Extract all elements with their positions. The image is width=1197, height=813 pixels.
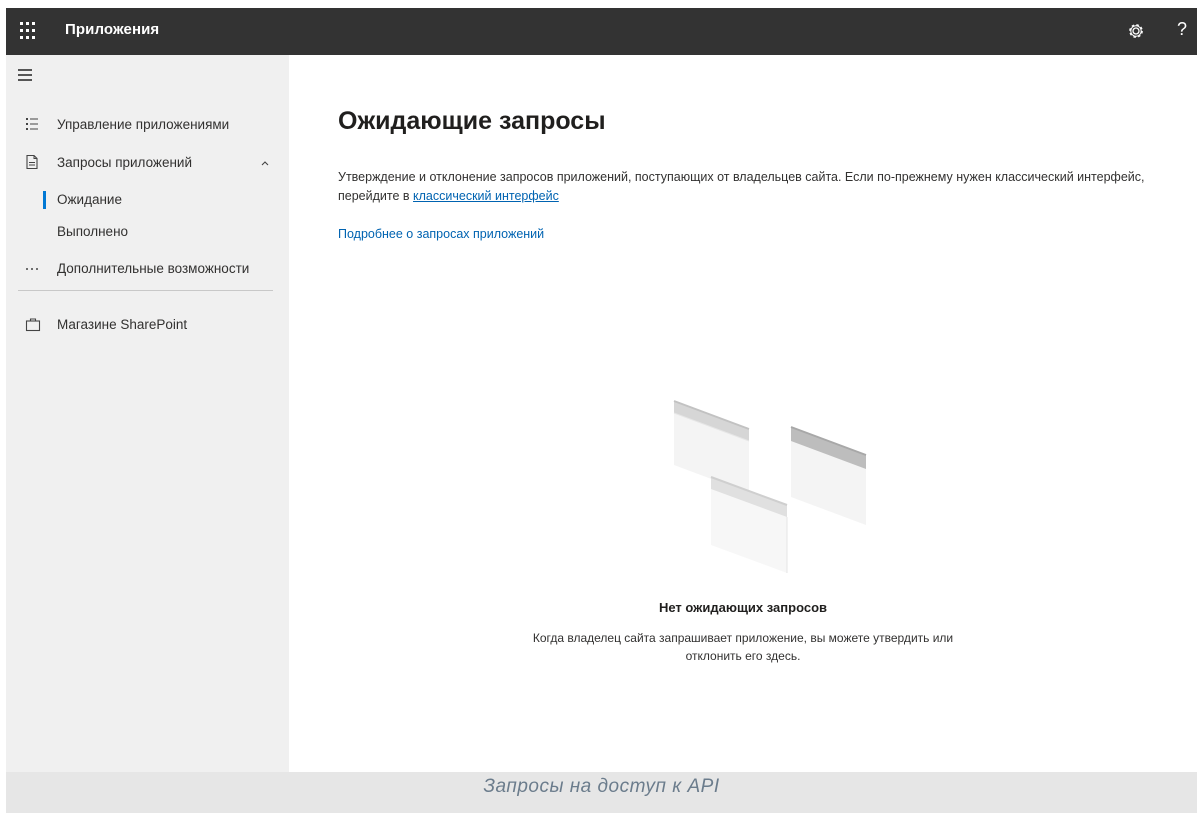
classic-experience-link[interactable]: классический интерфейс <box>413 189 559 203</box>
document-icon <box>26 154 38 170</box>
sidebar-item-label: Запросы приложений <box>57 155 193 170</box>
more-icon <box>26 268 38 270</box>
sidebar-item-label: Ожидание <box>57 192 122 207</box>
sidebar: Управление приложениями Запросы приложен… <box>6 55 289 772</box>
sidebar-item-pending[interactable]: Ожидание <box>6 185 289 215</box>
selection-indicator <box>43 191 46 209</box>
help-icon[interactable]: ? <box>1177 19 1187 40</box>
sidebar-item-manage-apps[interactable]: Управление приложениями <box>6 108 289 142</box>
empty-state-illustration <box>673 400 867 573</box>
gear-icon[interactable] <box>1126 21 1146 41</box>
caption-text: Запросы на доступ к API <box>483 776 720 797</box>
sidebar-item-label: Управление приложениями <box>57 117 230 132</box>
empty-state-title: Нет ожидающих запросов <box>658 600 828 615</box>
figure-caption: Запросы на доступ к API <box>6 772 1197 813</box>
page-frame: Приложения ? Управление приложениями Зап… <box>6 8 1197 813</box>
chevron-up-icon[interactable] <box>260 158 270 168</box>
page-title: Ожидающие запросы <box>338 107 606 135</box>
sidebar-divider <box>18 290 273 291</box>
page-description: Утверждение и отклонение запросов прилож… <box>338 168 1168 206</box>
app-title: Приложения <box>65 21 160 38</box>
sidebar-item-label: Дополнительные возможности <box>57 261 250 276</box>
waffle-icon[interactable] <box>20 22 38 40</box>
sidebar-item-app-requests[interactable]: Запросы приложений <box>6 146 289 180</box>
empty-state-text: Когда владелец сайта запрашивает приложе… <box>289 629 1197 665</box>
hamburger-icon[interactable] <box>18 69 34 81</box>
sidebar-item-completed[interactable]: Выполнено <box>6 217 289 247</box>
empty-state-line: отклонить его здесь. <box>685 649 801 663</box>
sidebar-item-label: Выполнено <box>57 224 129 239</box>
empty-state-line: Когда владелец сайта запрашивает приложе… <box>532 631 954 645</box>
top-bar: Приложения ? <box>6 8 1197 55</box>
sidebar-item-sharepoint-store[interactable]: Магазине SharePoint <box>6 308 289 342</box>
shopping-bag-icon <box>25 318 41 332</box>
main-content: Ожидающие запросы Утверждение и отклонен… <box>289 55 1197 772</box>
list-icon <box>26 118 38 130</box>
sidebar-item-more-features[interactable]: Дополнительные возможности <box>6 252 289 286</box>
learn-more-link[interactable]: Подробнее о запросах приложений <box>338 227 544 241</box>
sidebar-item-label: Магазине SharePoint <box>57 317 188 332</box>
